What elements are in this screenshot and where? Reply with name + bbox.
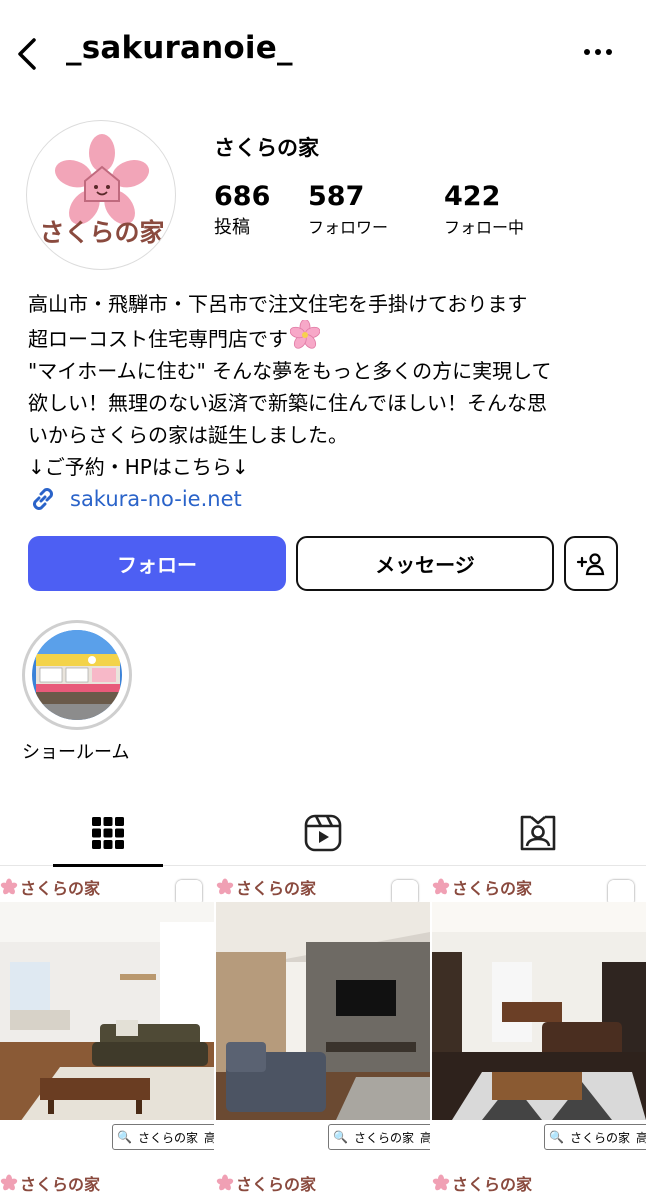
search-mini-icon: 🔍 bbox=[549, 1130, 564, 1144]
highlight-label: ショールーム bbox=[22, 742, 130, 763]
profile-avatar[interactable]: さくらの家 bbox=[26, 120, 176, 270]
post-photo bbox=[216, 902, 430, 1120]
post-search-caption: 🔍 さくらの家高山 bbox=[544, 1124, 646, 1150]
post-search-caption: 🔍 さくらの家高山 bbox=[112, 1124, 214, 1150]
profile-link[interactable]: sakura-no-ie.net bbox=[28, 482, 242, 516]
post-brand-text: さくらの家 bbox=[452, 1175, 533, 1194]
more-horizontal-icon bbox=[584, 49, 612, 55]
bio-line: ↓ご予約・HPはこちら↓ bbox=[28, 455, 249, 479]
posts-count[interactable]: 686 投稿 bbox=[214, 180, 270, 242]
sakura-mark-icon bbox=[432, 878, 450, 895]
posts-count-label: 投稿 bbox=[214, 217, 250, 238]
followers-count-value: 587 bbox=[308, 181, 365, 212]
grid-icon bbox=[91, 817, 124, 849]
following-count[interactable]: 422 フォロー中 bbox=[444, 180, 524, 242]
post-search-text: さくらの家 bbox=[137, 1130, 198, 1145]
search-mini-icon: 🔍 bbox=[333, 1130, 348, 1144]
story-highlight[interactable]: ショールーム bbox=[22, 620, 134, 763]
post-tile[interactable]: さくらの家 🔍さくらの家高山 bbox=[432, 868, 646, 1158]
post-brand-text: さくらの家 bbox=[236, 1175, 317, 1194]
post-brand-header: さくらの家 bbox=[432, 1168, 532, 1198]
post-brand-text: さくらの家 bbox=[20, 879, 101, 898]
post-tile[interactable]: さくらの家 🔍さくらの家高山 bbox=[216, 868, 430, 1158]
followers-count-label: フォロワー bbox=[308, 218, 389, 237]
post-search-caption: 🔍 さくらの家高山 bbox=[328, 1124, 430, 1150]
post-tile[interactable]: さくらの家 bbox=[0, 1164, 214, 1200]
post-brand-header: さくらの家 bbox=[432, 872, 532, 902]
following-count-value: 422 bbox=[444, 181, 501, 212]
reels-icon bbox=[304, 814, 341, 852]
back-button[interactable] bbox=[12, 34, 44, 74]
cherry-blossom-icon bbox=[290, 320, 320, 349]
avatar-brand-text: さくらの家 bbox=[39, 218, 165, 247]
more-options-button[interactable] bbox=[582, 40, 614, 64]
bio-line-text: 超ローコスト住宅専門店です bbox=[28, 327, 288, 351]
post-search-suffix: 高山 bbox=[635, 1130, 646, 1145]
profile-display-name: さくらの家 bbox=[214, 136, 319, 160]
profile-username: _sakuranoie_ bbox=[66, 30, 293, 66]
post-brand-header: さくらの家 bbox=[216, 1168, 316, 1198]
showroom-photo bbox=[32, 630, 122, 720]
post-photo bbox=[0, 902, 214, 1120]
message-button[interactable]: メッセージ bbox=[296, 536, 554, 591]
posts-grid: さくらの家 🔍さくらの家高山 さくらの家 bbox=[0, 868, 646, 1200]
post-brand-header: さくらの家 bbox=[216, 872, 316, 902]
search-mini-icon: 🔍 bbox=[117, 1130, 132, 1144]
top-bar: _sakuranoie_ bbox=[0, 0, 646, 106]
sakura-mark-icon bbox=[0, 878, 18, 895]
following-count-label: フォロー中 bbox=[444, 218, 525, 237]
sakura-mark-icon bbox=[216, 878, 234, 895]
active-tab-indicator bbox=[53, 864, 163, 867]
post-search-text: さくらの家 bbox=[569, 1130, 630, 1145]
post-tile[interactable]: さくらの家 🔍さくらの家高山 bbox=[0, 868, 214, 1158]
post-brand-text: さくらの家 bbox=[452, 879, 533, 898]
tab-tagged[interactable] bbox=[430, 800, 645, 866]
posts-count-value: 686 bbox=[214, 181, 271, 212]
bio-line: 欲しい！無理のない返済で新築に住んでほしい！そんな思 bbox=[28, 391, 547, 415]
sakura-mark-icon bbox=[0, 1174, 18, 1191]
bio-line: "マイホームに住む" そんな夢をもっと多くの方に実現して bbox=[28, 359, 552, 383]
link-icon bbox=[33, 488, 53, 510]
suggest-accounts-button[interactable] bbox=[564, 536, 618, 591]
followers-count[interactable]: 587 フォロワー bbox=[308, 180, 388, 242]
highlight-ring bbox=[22, 620, 132, 730]
post-search-suffix: 高山 bbox=[419, 1130, 430, 1145]
tagged-icon bbox=[520, 815, 555, 851]
profile-link-text[interactable]: sakura-no-ie.net bbox=[70, 487, 242, 511]
post-brand-header: さくらの家 bbox=[0, 1168, 100, 1198]
add-person-icon bbox=[576, 552, 605, 575]
post-tile[interactable]: さくらの家 bbox=[432, 1164, 646, 1200]
tab-posts-grid[interactable] bbox=[0, 800, 215, 867]
post-search-suffix: 高山 bbox=[203, 1130, 214, 1145]
follow-button[interactable]: フォロー bbox=[28, 536, 286, 591]
bio-line: いからさくらの家は誕生しました。 bbox=[28, 423, 348, 447]
bio-line: 高山市・飛騨市・下呂市で注文住宅を手掛けております bbox=[28, 292, 528, 316]
post-brand-text: さくらの家 bbox=[20, 1175, 101, 1194]
chevron-left-icon bbox=[18, 38, 36, 70]
post-photo bbox=[432, 902, 646, 1120]
post-brand-header: さくらの家 bbox=[0, 872, 100, 902]
post-brand-text: さくらの家 bbox=[236, 879, 317, 898]
tab-reels[interactable] bbox=[215, 800, 430, 866]
bio-line-with-flower: 超ローコスト住宅専門店です bbox=[28, 320, 628, 355]
sakura-mark-icon bbox=[432, 1174, 450, 1191]
post-search-text: さくらの家 bbox=[353, 1130, 414, 1145]
post-tile[interactable]: さくらの家 bbox=[216, 1164, 430, 1200]
sakura-mark-icon bbox=[216, 1174, 234, 1191]
profile-bio: 高山市・飛騨市・下呂市で注文住宅を手掛けております 超ローコスト住宅専門店です … bbox=[28, 288, 628, 483]
profile-tabs bbox=[0, 800, 646, 867]
highlight-cover bbox=[32, 630, 122, 720]
